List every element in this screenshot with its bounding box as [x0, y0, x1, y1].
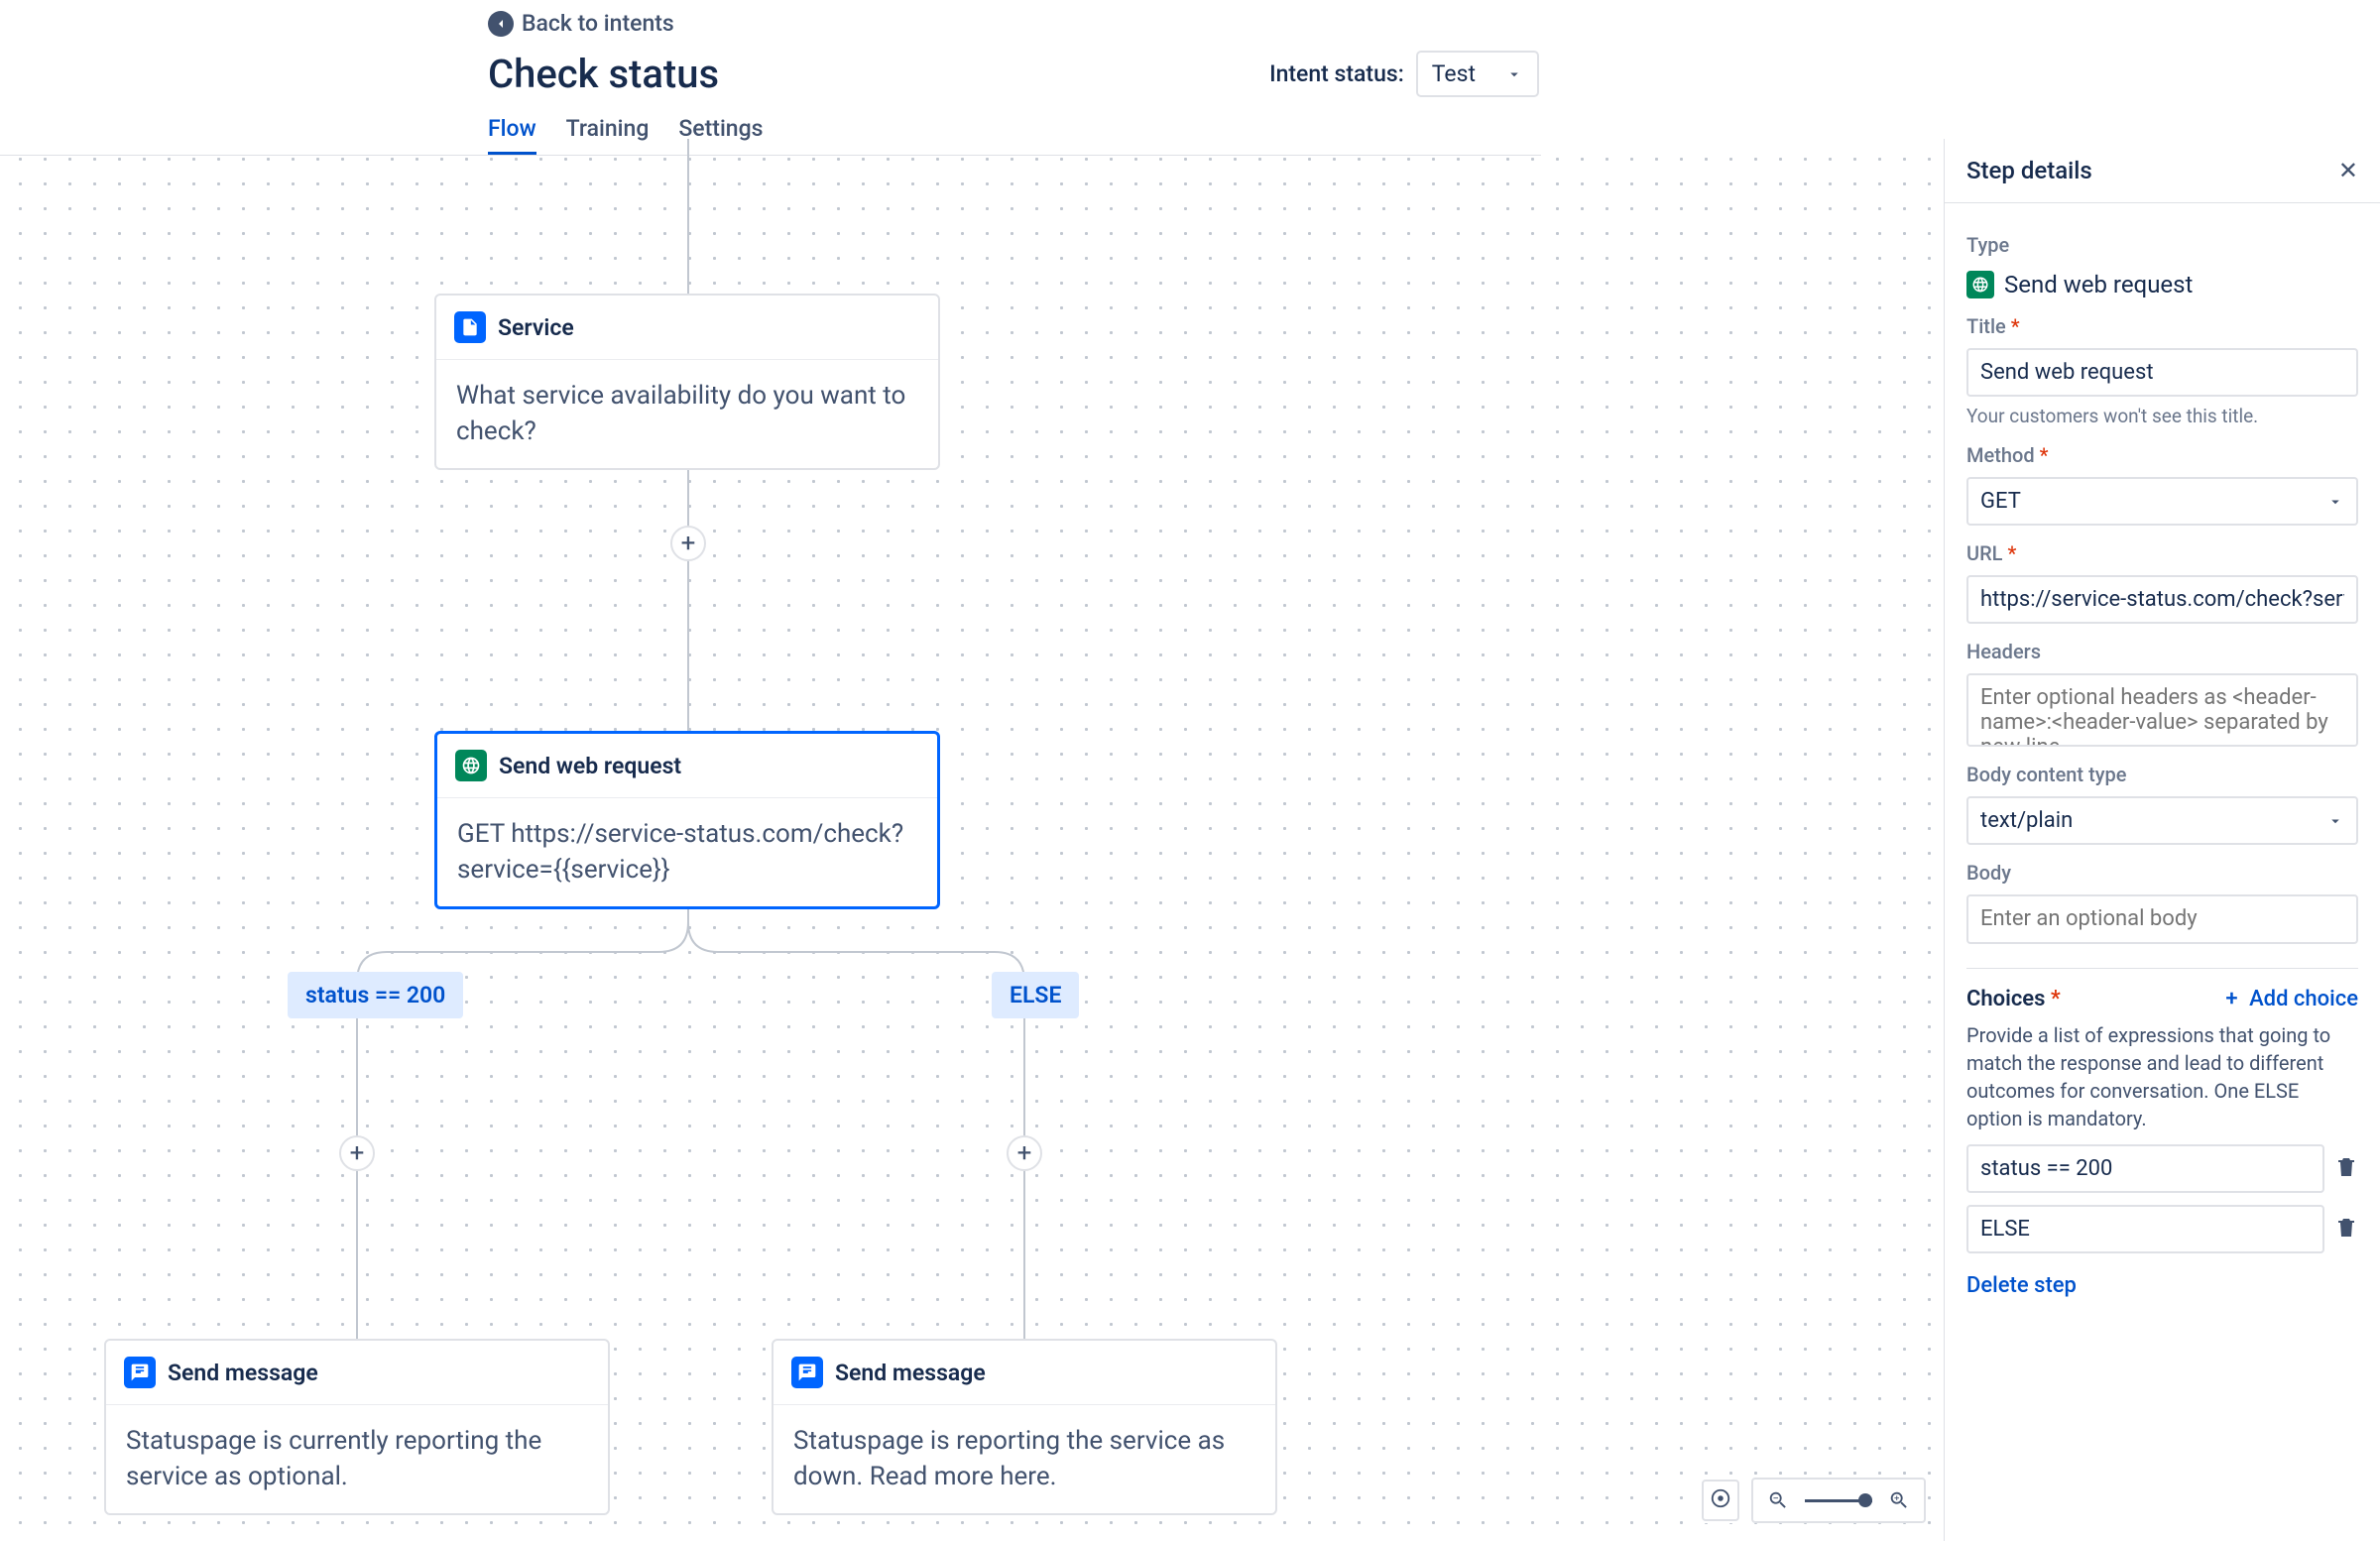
url-input[interactable] [1966, 575, 2358, 624]
node-service[interactable]: Service What service availability do you… [434, 294, 940, 470]
zoom-in-button[interactable] [1884, 1485, 1914, 1515]
type-label: Type [1966, 233, 2358, 257]
node-msg-right-body: Statuspage is reporting the service as d… [774, 1405, 1275, 1513]
flow-canvas[interactable]: Service What service availability do you… [0, 139, 1940, 1541]
branch-else[interactable]: ELSE [992, 972, 1079, 1018]
add-choice-button[interactable]: + Add choice [2225, 987, 2358, 1011]
close-panel-button[interactable]: ✕ [2338, 157, 2358, 184]
title-label: Title * [1966, 314, 2358, 338]
body-label: Body [1966, 861, 2358, 885]
method-label: Method * [1966, 443, 2358, 467]
intent-status-select[interactable]: Test [1416, 51, 1539, 97]
body-type-select[interactable]: text/plain [1966, 796, 2358, 845]
back-label: Back to intents [522, 10, 674, 37]
delete-choice-0-button[interactable] [2334, 1155, 2358, 1183]
choices-label: Choices * [1966, 987, 2061, 1011]
add-step-left-button[interactable]: + [339, 1135, 375, 1171]
step-details-panel: Step details ✕ Type Send web request Tit… [1944, 139, 2380, 1541]
choices-description: Provide a list of expressions that going… [1966, 1021, 2358, 1132]
node-msg-left-body: Statuspage is currently reporting the se… [106, 1405, 608, 1513]
add-step-right-button[interactable]: + [1007, 1135, 1042, 1171]
node-webreq-title: Send web request [499, 753, 681, 779]
node-msg-left-title: Send message [168, 1360, 318, 1386]
node-service-body: What service availability do you want to… [436, 360, 938, 468]
body-input[interactable] [1966, 894, 2358, 944]
delete-step-button[interactable]: Delete step [1966, 1273, 2358, 1298]
chevron-down-icon [2326, 812, 2344, 830]
web-request-icon [1966, 271, 1994, 298]
document-icon [454, 311, 486, 343]
back-to-intents-link[interactable]: Back to intents [488, 10, 2380, 37]
body-type-label: Body content type [1966, 763, 2358, 786]
zoom-out-button[interactable] [1763, 1485, 1793, 1515]
headers-input[interactable] [1966, 673, 2358, 747]
message-icon [124, 1357, 156, 1388]
add-step-button[interactable]: + [670, 526, 706, 561]
intent-status-value: Test [1432, 60, 1476, 87]
chevron-down-icon [1505, 65, 1523, 83]
back-arrow-icon [488, 11, 514, 37]
node-send-message-right[interactable]: Send message Statuspage is reporting the… [772, 1339, 1277, 1515]
node-msg-right-title: Send message [835, 1360, 986, 1386]
delete-choice-1-button[interactable] [2334, 1216, 2358, 1244]
page-title: Check status [488, 51, 719, 97]
headers-label: Headers [1966, 640, 2358, 663]
zoom-slider[interactable] [1805, 1499, 1872, 1502]
title-input[interactable] [1966, 348, 2358, 397]
chevron-down-icon [2326, 493, 2344, 511]
intent-status-label: Intent status: [1269, 60, 1404, 87]
message-icon [791, 1357, 823, 1388]
node-service-title: Service [498, 314, 574, 341]
node-send-web-request[interactable]: Send web request GET https://service-sta… [434, 731, 940, 909]
panel-title: Step details [1966, 157, 2092, 184]
choice-input-0[interactable] [1966, 1144, 2324, 1193]
type-value: Send web request [2004, 271, 2193, 298]
title-helper: Your customers won't see this title. [1966, 405, 2358, 427]
method-select[interactable]: GET [1966, 477, 2358, 526]
recenter-button[interactable] [1702, 1480, 1739, 1521]
branch-status-200[interactable]: status == 200 [288, 972, 463, 1018]
choice-input-1[interactable] [1966, 1205, 2324, 1253]
url-label: URL * [1966, 541, 2358, 565]
node-send-message-left[interactable]: Send message Statuspage is currently rep… [104, 1339, 610, 1515]
web-request-icon [455, 750, 487, 781]
node-webreq-body: GET https://service-status.com/check?ser… [437, 798, 937, 906]
